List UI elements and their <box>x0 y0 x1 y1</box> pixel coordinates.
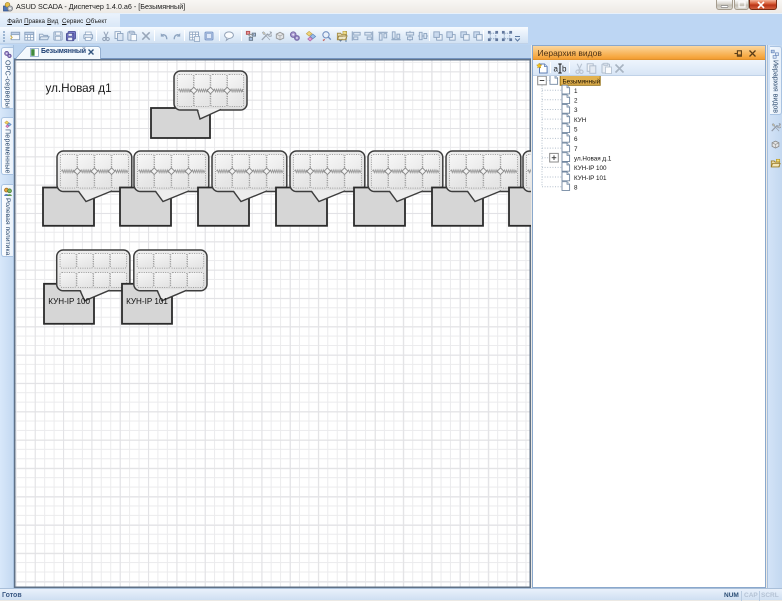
svg-text:8: 8 <box>574 185 578 192</box>
svg-text:5: 5 <box>574 127 578 134</box>
svg-text:1: 1 <box>574 88 578 95</box>
svg-text:2: 2 <box>574 98 578 105</box>
svg-text:7: 7 <box>574 146 578 153</box>
svg-text:ул.Новая д.1: ул.Новая д.1 <box>574 156 612 163</box>
svg-text:6: 6 <box>574 136 578 143</box>
svg-text:Безымянный: Безымянный <box>562 78 600 86</box>
svg-text:КУН-IP 101: КУН-IP 101 <box>574 175 607 182</box>
svg-text:КУН-IP 100: КУН-IP 100 <box>48 297 90 306</box>
svg-text:3: 3 <box>574 107 578 114</box>
svg-text:КУН-IP 100: КУН-IP 100 <box>574 165 607 172</box>
svg-text:a: a <box>553 64 558 73</box>
svg-text:КУН: КУН <box>574 117 587 124</box>
svg-text:КУН-IP 101: КУН-IP 101 <box>126 297 168 306</box>
svg-text:b: b <box>562 64 567 73</box>
